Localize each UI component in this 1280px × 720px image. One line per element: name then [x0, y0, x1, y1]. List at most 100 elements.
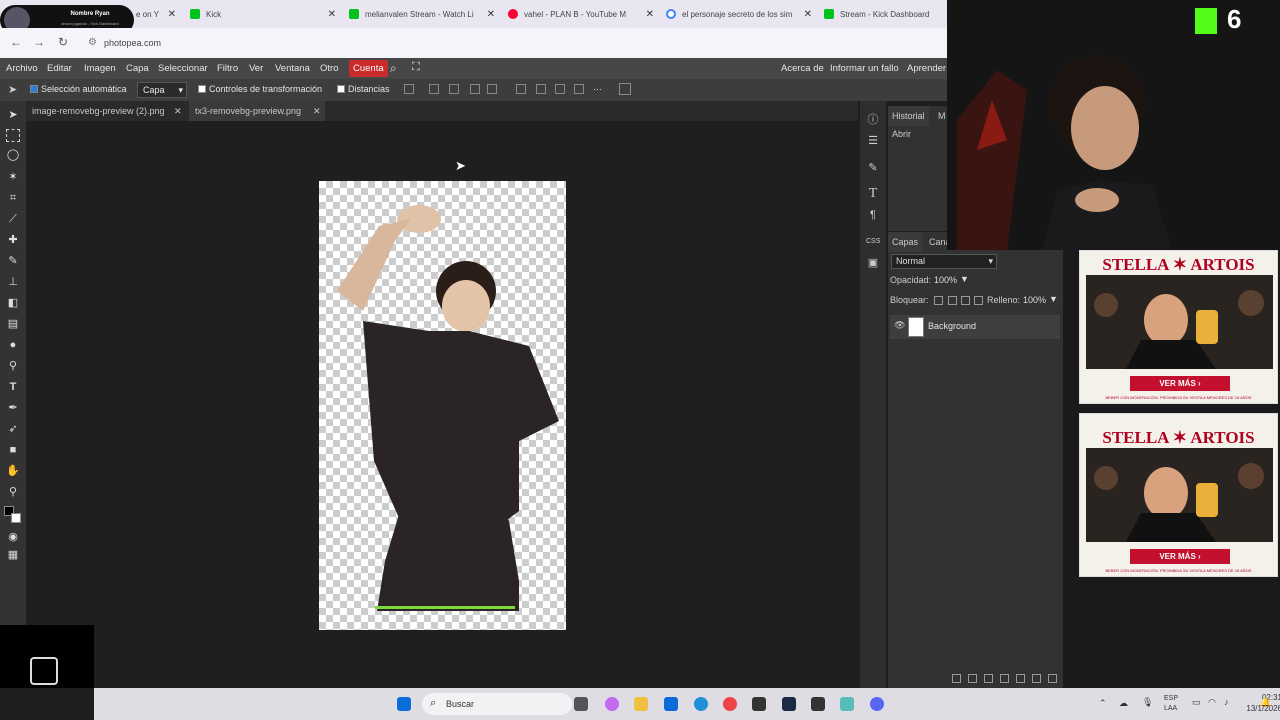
menu-seleccionar[interactable]: Seleccionar	[158, 63, 208, 74]
account-button[interactable]: Cuenta	[349, 60, 388, 77]
path-select-tool-icon[interactable]: ➶	[6, 423, 20, 436]
menu-editar[interactable]: Editar	[47, 63, 72, 74]
brush-tool-icon[interactable]: ✎	[6, 255, 20, 268]
healing-tool-icon[interactable]: ✚	[6, 234, 20, 247]
layer-name[interactable]: Background	[928, 321, 976, 331]
crop-tool-icon[interactable]: ⌗	[6, 192, 20, 205]
history-item[interactable]: Abrir	[892, 129, 911, 139]
align-middle-icon[interactable]	[536, 84, 546, 94]
url-field[interactable]: ⚙ photopea.com	[82, 33, 942, 53]
css-icon[interactable]: CSS	[866, 235, 880, 249]
eyedropper-tool-icon[interactable]: ⟋	[6, 213, 20, 226]
menu-aprender[interactable]: Aprender	[907, 63, 946, 74]
menu-filtro[interactable]: Filtro	[217, 63, 238, 74]
menu-archivo[interactable]: Archivo	[6, 63, 38, 74]
file-explorer-icon[interactable]	[634, 697, 648, 711]
tab-5[interactable]: Stream - Kick Dashboard	[824, 4, 946, 24]
info-icon[interactable]: ⓘ	[866, 113, 880, 127]
fullscreen-icon[interactable]: ⛶	[412, 61, 420, 74]
back-icon[interactable]: ←	[10, 35, 22, 49]
doc-tab-0[interactable]: image-removebg-preview (2).png ✕	[26, 101, 186, 121]
zoom-tool-icon[interactable]: ⚲	[6, 486, 20, 499]
obs-icon[interactable]	[811, 697, 825, 711]
doc-tab-1[interactable]: tx3-removebg-preview.png ✕	[189, 101, 325, 121]
menu-informar[interactable]: Informar un fallo	[830, 63, 899, 74]
marquee-tool-icon[interactable]	[6, 129, 20, 142]
menu-capa[interactable]: Capa	[126, 63, 149, 74]
pen-tool-icon[interactable]: ✒	[6, 402, 20, 415]
background-color-swatch[interactable]	[11, 513, 21, 523]
opacity-chevron-icon[interactable]: ▼	[960, 274, 969, 284]
lasso-tool-icon[interactable]: ◯	[6, 149, 20, 162]
tab-1[interactable]: Kick ✕	[190, 4, 336, 24]
ad-banner[interactable]: STELLA ✶ ARTOIS VER MÁS › BEBER CON MODE…	[1079, 413, 1278, 577]
eraser-tool-icon[interactable]: ◧	[6, 297, 20, 310]
tab-2[interactable]: melianvalen Stream - Watch Li ✕	[349, 4, 495, 24]
eye-icon[interactable]: 👁	[894, 320, 905, 331]
lock-transparency-icon[interactable]	[934, 296, 943, 305]
ad-banner[interactable]: STELLA ✶ ARTOIS VER MÁS › BEBER CON MODE…	[1079, 250, 1278, 404]
forward-icon[interactable]: →	[33, 35, 45, 49]
align-left-icon[interactable]	[429, 84, 439, 94]
monitor-icon[interactable]: ▭	[1192, 697, 1201, 708]
type-tool-icon[interactable]: T	[6, 381, 20, 394]
tab-3[interactable]: vahel - PLAN B - YouTube M ✕	[508, 4, 654, 24]
menu-otro[interactable]: Otro	[320, 63, 338, 74]
mask-icon[interactable]	[984, 674, 993, 683]
lock-all-icon[interactable]	[974, 296, 983, 305]
task-view-icon[interactable]	[574, 697, 588, 711]
stamp-tool-icon[interactable]: ⊥	[6, 276, 20, 289]
adjustments-icon[interactable]: ☰	[866, 134, 880, 148]
tab-history[interactable]: Historial	[888, 106, 929, 126]
close-icon[interactable]: ✕	[328, 9, 336, 20]
document-canvas[interactable]	[319, 181, 566, 630]
ad-cta-button[interactable]: VER MÁS ›	[1130, 376, 1230, 391]
tab-4[interactable]: el personaje secreto de los sim ✕	[666, 4, 812, 24]
close-icon[interactable]: ✕	[487, 9, 495, 20]
tab-0[interactable]: e on Y ✕	[136, 4, 176, 24]
move-tool-icon[interactable]: ➤	[6, 109, 20, 122]
dodge-tool-icon[interactable]: ⚲	[6, 360, 20, 373]
gradient-tool-icon[interactable]: ▤	[6, 318, 20, 331]
wifi-icon[interactable]: ◠	[1208, 697, 1216, 708]
grid-icon[interactable]	[619, 83, 631, 95]
screen-mode-icon[interactable]: ▦	[6, 549, 20, 562]
menu-ver[interactable]: Ver	[249, 63, 263, 74]
character-icon[interactable]: T	[866, 187, 880, 201]
close-icon[interactable]: ✕	[313, 101, 321, 121]
magic-wand-tool-icon[interactable]: ✶	[6, 171, 20, 184]
new-layer-icon[interactable]	[1032, 674, 1041, 683]
fill-value[interactable]: 100%	[1023, 295, 1046, 305]
layer-row[interactable]: 👁 Background	[890, 315, 1060, 339]
copilot-icon[interactable]	[605, 697, 619, 711]
chrome-icon[interactable]	[723, 697, 737, 711]
hand-tool-icon[interactable]: ✋	[6, 465, 20, 478]
close-icon[interactable]: ✕	[646, 9, 654, 20]
discord-icon[interactable]	[870, 697, 884, 711]
volume-icon[interactable]: ♪	[1224, 697, 1229, 707]
app-icon[interactable]	[752, 697, 766, 711]
image-icon[interactable]: ▣	[866, 256, 880, 270]
tab-layers[interactable]: Capas	[888, 232, 923, 252]
edge-icon[interactable]	[694, 697, 708, 711]
fill-chevron-icon[interactable]: ▼	[1049, 294, 1058, 304]
close-icon[interactable]: ✕	[168, 9, 176, 20]
notification-icon[interactable]: 🔔	[1260, 697, 1271, 708]
chevron-up-icon[interactable]: ⌃	[1099, 698, 1107, 709]
clock-date[interactable]: 13/1/2026	[1232, 704, 1280, 713]
auto-select-checkbox[interactable]	[30, 85, 38, 93]
search-icon[interactable]: ⌕	[390, 61, 397, 76]
steam-icon[interactable]	[782, 697, 796, 711]
distribute-icon[interactable]	[487, 84, 497, 94]
close-icon[interactable]: ✕	[804, 9, 812, 20]
trash-icon[interactable]	[1048, 674, 1057, 683]
align-top-icon[interactable]	[516, 84, 526, 94]
blend-mode-dropdown[interactable]: Normal ▾	[891, 254, 997, 269]
opacity-value[interactable]: 100%	[934, 275, 957, 285]
link-icon[interactable]	[952, 674, 961, 683]
adjustment-layer-icon[interactable]	[1000, 674, 1009, 683]
brush-settings-icon[interactable]: ✎	[866, 161, 880, 175]
move-tool-icon[interactable]: ➤	[8, 83, 17, 96]
align-center-icon[interactable]	[449, 84, 459, 94]
menu-acerca[interactable]: Acerca de	[781, 63, 824, 74]
